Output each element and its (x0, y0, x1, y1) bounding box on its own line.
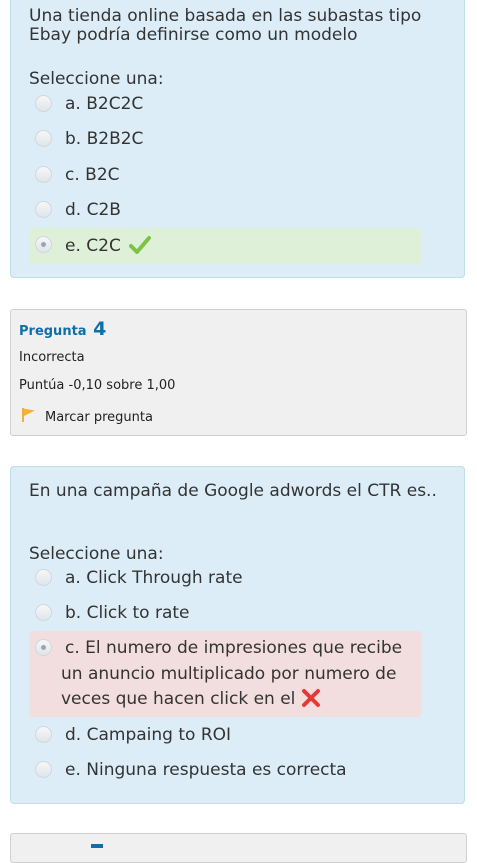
option-label-with-check: e. C2C (65, 235, 151, 256)
option-4c[interactable]: c. El numero de impresiones que recibe u… (29, 631, 421, 717)
flag-icon[interactable] (21, 407, 37, 423)
option-label: c. B2C (65, 165, 120, 185)
question-3-box: Una tienda online basada en las subastas… (10, 0, 465, 278)
question-3-prompt: Seleccione una: (29, 69, 164, 89)
option-3e[interactable]: e. C2C (29, 228, 421, 264)
option-4d[interactable]: d. Campaing to ROI (29, 718, 421, 754)
option-4b[interactable]: b. Click to rate (29, 596, 421, 632)
option-3a[interactable]: a. B2C2C (29, 87, 421, 123)
question-number: Pregunta 4 (19, 318, 106, 340)
pregunta-label: Pregunta (19, 324, 87, 339)
radio-button[interactable] (35, 761, 52, 778)
question-status: Incorrecta (19, 350, 85, 365)
question-4-text: En una campaña de Google adwords el CTR … (29, 481, 437, 501)
question-score: Puntúa -0,10 sobre 1,00 (19, 378, 176, 393)
option-label: a. B2C2C (65, 94, 144, 114)
cross-icon (302, 689, 321, 707)
option-label: e. Ninguna respuesta es correcta (65, 760, 347, 780)
flag-question-link[interactable]: Marcar pregunta (45, 410, 153, 425)
radio-button-selected[interactable] (35, 236, 52, 253)
option-label-text: c. El numero de impresiones que recibe u… (61, 638, 403, 709)
next-question-info-panel (10, 833, 467, 863)
question-3-text: Una tienda online basada en las subastas… (29, 6, 422, 45)
radio-button[interactable] (35, 726, 52, 743)
radio-button[interactable] (35, 130, 52, 147)
question-number-value: 4 (93, 318, 107, 340)
option-label: d. Campaing to ROI (65, 725, 232, 745)
radio-button-selected[interactable] (35, 639, 52, 656)
option-4a[interactable]: a. Click Through rate (29, 561, 421, 597)
option-label: d. C2B (65, 200, 121, 220)
check-icon (128, 236, 151, 254)
option-3c[interactable]: c. B2C (29, 158, 421, 194)
question-4-info-panel: Pregunta 4 Incorrecta Puntúa -0,10 sobre… (10, 309, 467, 436)
option-3b[interactable]: b. B2B2C (29, 122, 421, 158)
option-4e[interactable]: e. Ninguna respuesta es correcta (29, 753, 421, 789)
question-number-fragment (91, 844, 103, 848)
option-3d[interactable]: d. C2B (29, 193, 421, 229)
option-label-text: e. C2C (65, 236, 121, 256)
radio-button[interactable] (35, 95, 52, 112)
option-label: b. B2B2C (65, 129, 144, 149)
option-label: b. Click to rate (65, 603, 190, 623)
radio-button[interactable] (35, 604, 52, 621)
option-label-with-cross: c. El numero de impresiones que recibe u… (61, 636, 423, 713)
radio-button[interactable] (35, 569, 52, 586)
radio-button[interactable] (35, 201, 52, 218)
radio-button[interactable] (35, 166, 52, 183)
question-4-box: En una campaña de Google adwords el CTR … (10, 466, 465, 804)
option-label: a. Click Through rate (65, 568, 243, 588)
